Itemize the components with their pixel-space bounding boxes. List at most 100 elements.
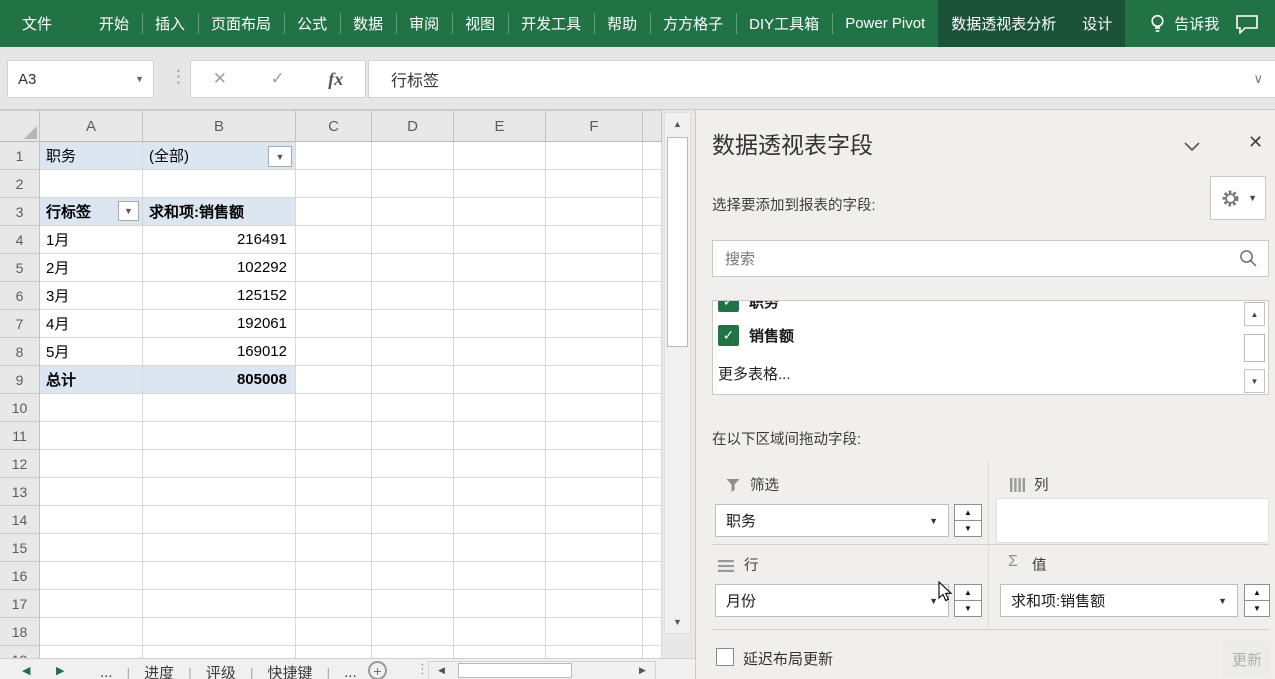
row-header-10[interactable]: 10 — [0, 394, 40, 422]
cell-g7[interactable] — [643, 310, 662, 338]
rows-field-pill[interactable]: 月份 ▼ — [715, 584, 949, 617]
cell-B13[interactable] — [143, 478, 296, 506]
row-header-4[interactable]: 4 — [0, 226, 40, 254]
cell-C11[interactable] — [296, 422, 372, 450]
cell-g1[interactable] — [643, 142, 662, 170]
cell-B2[interactable] — [143, 170, 296, 198]
sheet-next-icon[interactable]: ▶ — [56, 664, 64, 677]
row-labels-filter-dropdown-a3[interactable]: ▼ — [118, 201, 139, 221]
spinner-up-icon[interactable]: ▲ — [955, 585, 981, 601]
cell-B16[interactable] — [143, 562, 296, 590]
column-header-A[interactable]: A — [40, 110, 143, 142]
close-pane-icon[interactable]: ✕ — [1248, 132, 1263, 153]
cell-C7[interactable] — [296, 310, 372, 338]
enter-icon[interactable]: ✓ — [271, 69, 285, 89]
sheet-tab-2[interactable]: 评级 — [192, 662, 250, 679]
cell-C14[interactable] — [296, 506, 372, 534]
sheet-tab-1[interactable]: 进度 — [130, 662, 188, 679]
cell-D6[interactable] — [372, 282, 454, 310]
cell-D14[interactable] — [372, 506, 454, 534]
cell-g9[interactable] — [643, 366, 662, 394]
cell-F7[interactable] — [546, 310, 643, 338]
row-header-7[interactable]: 7 — [0, 310, 40, 338]
scroll-left-icon[interactable]: ◀ — [429, 662, 454, 679]
row-header-15[interactable]: 15 — [0, 534, 40, 562]
sheet-overflow-left[interactable]: ... — [86, 664, 127, 679]
field-checkbox-checked[interactable]: ✓ — [718, 325, 739, 346]
cancel-icon[interactable]: ✕ — [213, 69, 227, 89]
field-checkbox-checked[interactable]: ✓ — [718, 300, 739, 312]
cell-E9[interactable] — [454, 366, 546, 394]
cell-F13[interactable] — [546, 478, 643, 506]
cell-C17[interactable] — [296, 590, 372, 618]
sheet-tab-3[interactable]: 快捷键 — [253, 662, 326, 679]
cell-B14[interactable] — [143, 506, 296, 534]
row-header-6[interactable]: 6 — [0, 282, 40, 310]
column-header-B[interactable]: B — [143, 110, 296, 142]
cell-E13[interactable] — [454, 478, 546, 506]
cell-E3[interactable] — [454, 198, 546, 226]
cell-C1[interactable] — [296, 142, 372, 170]
horizontal-scroll-thumb[interactable] — [458, 663, 572, 678]
cell-F6[interactable] — [546, 282, 643, 310]
formula-bar-grip[interactable]: ⋮ — [170, 67, 187, 87]
cell-D7[interactable] — [372, 310, 454, 338]
select-all-corner[interactable] — [0, 110, 40, 142]
row-header-1[interactable]: 1 — [0, 142, 40, 170]
row-header-16[interactable]: 16 — [0, 562, 40, 590]
column-header-partial[interactable] — [643, 110, 662, 142]
spinner-down-icon[interactable]: ▼ — [955, 601, 981, 617]
cell-g2[interactable] — [643, 170, 662, 198]
cell-F3[interactable] — [546, 198, 643, 226]
cell-g12[interactable] — [643, 450, 662, 478]
scroll-right-icon[interactable]: ▶ — [630, 662, 655, 679]
cell-A14[interactable] — [40, 506, 143, 534]
pill-dropdown-icon[interactable]: ▼ — [929, 516, 938, 526]
ribbon-tab-9[interactable]: 开发工具 — [508, 0, 594, 47]
cell-C2[interactable] — [296, 170, 372, 198]
cell-F14[interactable] — [546, 506, 643, 534]
cell-D15[interactable] — [372, 534, 454, 562]
cell-F4[interactable] — [546, 226, 643, 254]
scroll-up-icon[interactable]: ▲ — [665, 113, 690, 135]
cell-C13[interactable] — [296, 478, 372, 506]
cell-D3[interactable] — [372, 198, 454, 226]
ribbon-tab-7[interactable]: 审阅 — [396, 0, 452, 47]
cell-g17[interactable] — [643, 590, 662, 618]
update-button[interactable]: 更新 — [1223, 641, 1271, 677]
rows-spinner[interactable]: ▲ ▼ — [954, 584, 982, 617]
cell-F12[interactable] — [546, 450, 643, 478]
cell-B12[interactable] — [143, 450, 296, 478]
cell-C15[interactable] — [296, 534, 372, 562]
ribbon-tab-6[interactable]: 数据 — [340, 0, 396, 47]
ribbon-tab-8[interactable]: 视图 — [452, 0, 508, 47]
cell-F18[interactable] — [546, 618, 643, 646]
cell-C9[interactable] — [296, 366, 372, 394]
cell-E14[interactable] — [454, 506, 546, 534]
tell-me-tab[interactable]: 告诉我 — [1135, 0, 1233, 47]
field-search-box[interactable] — [712, 240, 1269, 277]
cell-C6[interactable] — [296, 282, 372, 310]
insert-function-icon[interactable]: fx — [328, 69, 343, 90]
cell-D2[interactable] — [372, 170, 454, 198]
ribbon-tab-10[interactable]: 帮助 — [594, 0, 650, 47]
cell-D16[interactable] — [372, 562, 454, 590]
horizontal-scrollbar[interactable]: ◀ ▶ — [428, 661, 656, 679]
comments-button[interactable] — [1235, 0, 1259, 47]
filters-field-pill[interactable]: 职务 ▼ — [715, 504, 949, 537]
row-header-18[interactable]: 18 — [0, 618, 40, 646]
cell-F11[interactable] — [546, 422, 643, 450]
cell-C16[interactable] — [296, 562, 372, 590]
column-header-F[interactable]: F — [546, 110, 643, 142]
row-header-17[interactable]: 17 — [0, 590, 40, 618]
cell-D18[interactable] — [372, 618, 454, 646]
cell-g4[interactable] — [643, 226, 662, 254]
cell-g16[interactable] — [643, 562, 662, 590]
ribbon-tab-2[interactable]: 开始 — [86, 0, 142, 47]
scroll-down-icon[interactable]: ▼ — [665, 611, 690, 633]
cell-A5[interactable]: 2月 — [40, 254, 143, 282]
spinner-up-icon[interactable]: ▲ — [955, 505, 981, 521]
row-header-5[interactable]: 5 — [0, 254, 40, 282]
cell-B4[interactable]: 216491 — [143, 226, 296, 254]
field-item-2[interactable]: ✓销售额 — [713, 321, 1268, 349]
